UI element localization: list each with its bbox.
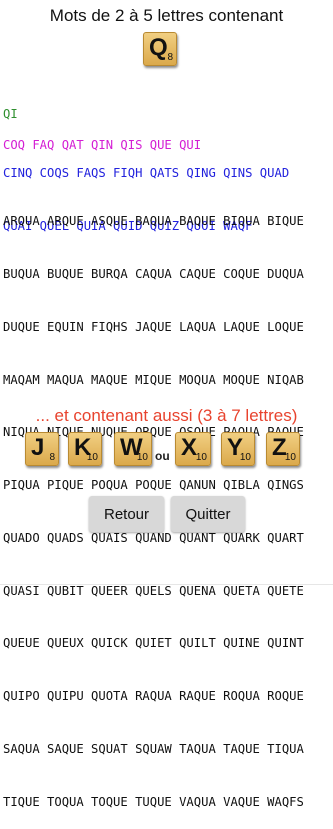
quit-button[interactable]: Quitter [171,496,245,532]
word-line: BUQUA BUQUE BURQA CAQUA CAQUE COQUE DUQU… [3,266,304,281]
tile-w[interactable]: W 10 [114,432,152,466]
tile-letter: J [31,434,45,461]
tile-letter: X [181,434,198,461]
page-title: Mots de 2 à 5 lettres contenant [49,6,284,25]
word-line: SAQUA SAQUE SQUAT SQUAW TAQUA TAQUE TIQU… [3,742,304,756]
bottom-divider [0,584,333,585]
tile-points: 10 [239,452,251,463]
word-line: QUASI QUBIT QUEER QUELS QUENA QUETA QUET… [3,583,304,598]
back-button[interactable]: Retour [89,496,164,532]
word-line: MAQAM MAQUA MAQUE MIQUE MOQUA MOQUE NIQA… [3,372,304,387]
word-line: TIQUE TOQUA TOQUE TUQUE VAQUA VAQUE WAQF… [3,794,304,809]
words-5-letters: ARQUA ARQUE ASQUE BAQUA BAQUE BIQUA BIQU… [3,178,333,829]
tile-points: 10 [195,452,207,463]
tile-k[interactable]: K 10 [68,432,102,466]
tile-z[interactable]: Z 10 [266,432,300,466]
tile-points: 8 [167,52,173,63]
tile-points: 8 [49,452,55,463]
tile-x[interactable]: X 10 [175,432,211,466]
tile-points: 10 [136,452,148,463]
also-containing-label: ... et contenant aussi (3 à 7 lettres) [35,406,298,425]
tile-points: 10 [86,452,98,463]
word-line: DUQUE EQUIN FIQHS JAQUE LAQUA LAQUE LOQU… [3,319,304,334]
tile-main: Q 8 [143,32,177,66]
word-line: ARQUA ARQUE ASQUE BAQUA BAQUE BIQUA BIQU… [3,214,304,229]
word-line: QUADO QUADS QUAIS QUAND QUANT QUARK QUAR… [3,530,304,545]
or-label: ou [155,449,170,463]
tile-points: 10 [284,452,296,463]
word-line: PIQUA PIQUE POQUA POQUE QANUN QIBLA QING… [3,478,304,493]
tile-letter: Q [149,34,168,61]
tile-j[interactable]: J 8 [25,432,59,466]
word-line: QUIPO QUIPU QUOTA RAQUA RAQUE ROQUA ROQU… [3,689,304,704]
word-line: QUEUE QUEUX QUICK QUIET QUILT QUINE QUIN… [3,636,304,651]
tile-y[interactable]: Y 10 [221,432,255,466]
